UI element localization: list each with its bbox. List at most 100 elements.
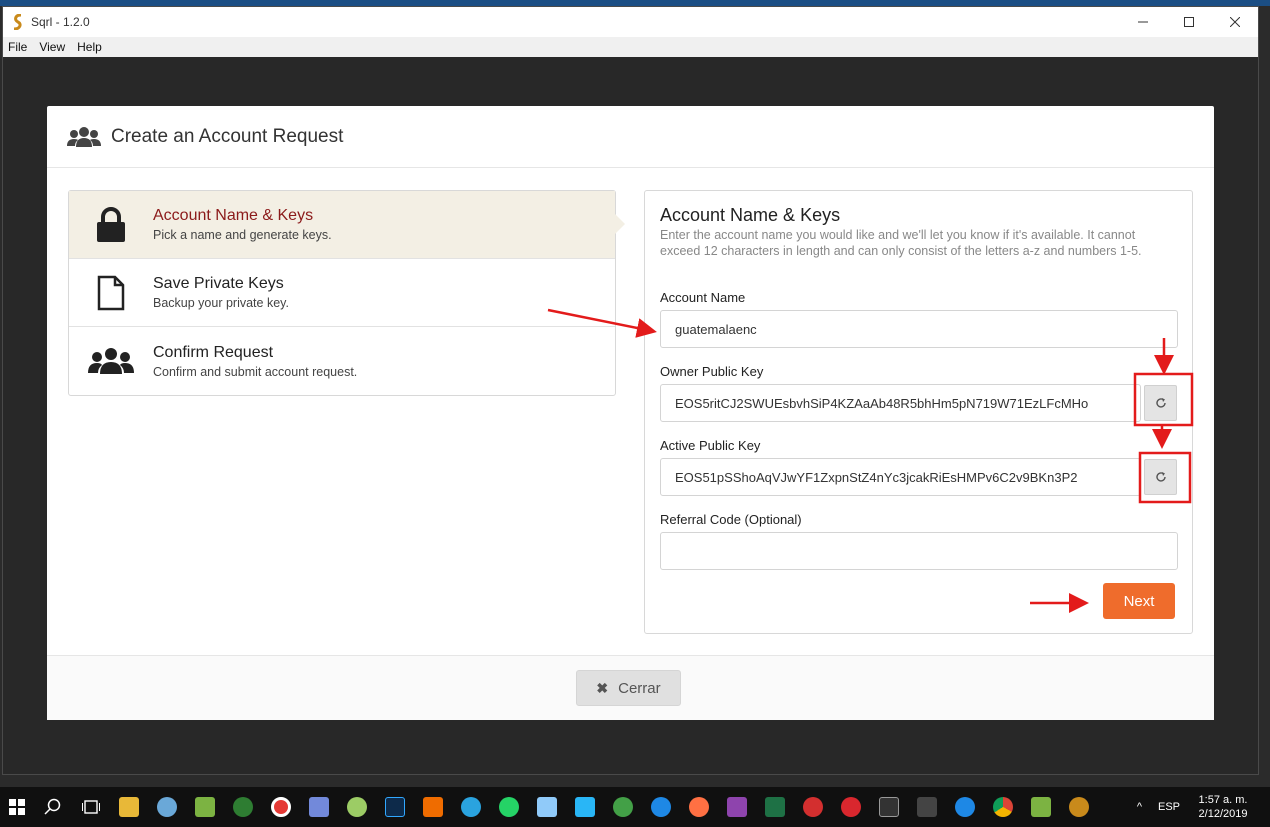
users-icon <box>67 126 101 147</box>
excel-icon <box>765 797 785 817</box>
maximize-icon <box>1184 17 1194 27</box>
telegram-taskbar[interactable] <box>452 787 490 827</box>
app-taskbar-pen[interactable] <box>338 787 376 827</box>
app-taskbar-tool[interactable] <box>1022 787 1060 827</box>
task-view-icon <box>82 800 100 814</box>
app-taskbar-feather[interactable] <box>718 787 756 827</box>
step-title: Account Name & Keys <box>153 207 314 224</box>
menu-file[interactable]: File <box>8 40 27 54</box>
photoshop-taskbar[interactable] <box>376 787 414 827</box>
star-icon <box>879 797 899 817</box>
sqrl-logo-icon <box>1069 797 1089 817</box>
app-icon <box>803 797 823 817</box>
title-bar: Sqrl - 1.2.0 <box>3 7 1258 37</box>
app-taskbar-ccleaner[interactable] <box>794 787 832 827</box>
photoshop-icon <box>385 797 405 817</box>
app-taskbar-colorful[interactable] <box>414 787 452 827</box>
app-taskbar-ball[interactable] <box>680 787 718 827</box>
form-title: Account Name & Keys <box>660 205 841 225</box>
app-taskbar-green[interactable] <box>186 787 224 827</box>
account-name-input[interactable]: guatemalaenc <box>660 310 1178 348</box>
close-label: Cerrar <box>618 679 661 697</box>
app-taskbar-cursor[interactable] <box>566 787 604 827</box>
referral-code-input[interactable] <box>660 532 1178 570</box>
app-icon <box>233 797 253 817</box>
discord-taskbar[interactable] <box>300 787 338 827</box>
close-window-button[interactable] <box>1212 7 1258 37</box>
pen-icon <box>347 797 367 817</box>
app-taskbar-bolt[interactable] <box>946 787 984 827</box>
chrome-taskbar[interactable] <box>984 787 1022 827</box>
owner-key-input[interactable]: EOS5ritCJ2SWUEsbvhSiP4KZAaAb48R5bhHm5pN7… <box>660 384 1141 422</box>
whatsapp-icon <box>499 797 519 817</box>
app-icon <box>917 797 937 817</box>
chrome-icon <box>993 797 1013 817</box>
app-icon <box>689 797 709 817</box>
close-dialog-button[interactable]: ✖ Cerrar <box>576 670 681 706</box>
regenerate-active-key-button[interactable] <box>1144 459 1177 495</box>
task-view-button[interactable] <box>72 787 110 827</box>
next-button[interactable]: Next <box>1103 583 1175 619</box>
bolt-icon <box>955 797 975 817</box>
excel-taskbar[interactable] <box>756 787 794 827</box>
app-taskbar-vpn[interactable] <box>642 787 680 827</box>
modal-header: Create an Account Request <box>47 106 1214 168</box>
referral-code-label: Referral Code (Optional) <box>660 512 802 527</box>
menu-help[interactable]: Help <box>77 40 102 54</box>
whatsapp-taskbar[interactable] <box>490 787 528 827</box>
menu-view[interactable]: View <box>39 40 65 54</box>
folder-icon <box>119 797 139 817</box>
active-key-input[interactable]: EOS51pSShoAqVJwYF1ZxpnStZ4nYc3jcakRiEsHM… <box>660 458 1141 496</box>
app-taskbar-globe[interactable] <box>604 787 642 827</box>
mega-icon <box>841 797 861 817</box>
tray-chevron-icon[interactable]: ^ <box>1137 801 1142 813</box>
app-icon <box>575 797 595 817</box>
users-icon <box>88 348 134 374</box>
record-icon <box>271 797 291 817</box>
record-taskbar[interactable] <box>262 787 300 827</box>
step-description: Pick a name and generate keys. <box>153 228 332 242</box>
app-icon <box>423 797 443 817</box>
create-account-modal: Create an Account Request Account Name &… <box>47 106 1214 720</box>
step-confirm-request[interactable]: Confirm Request Confirm and submit accou… <box>69 327 615 395</box>
regenerate-owner-key-button[interactable] <box>1144 385 1177 421</box>
app-taskbar-blue[interactable] <box>528 787 566 827</box>
app-taskbar-star[interactable] <box>870 787 908 827</box>
language-indicator[interactable]: ESP <box>1158 801 1180 813</box>
app-taskbar-dots[interactable] <box>224 787 262 827</box>
account-name-label: Account Name <box>660 290 746 305</box>
form-description: Enter the account name you would like an… <box>660 228 1142 258</box>
owner-key-label: Owner Public Key <box>660 364 764 379</box>
clock-time: 1:57 a. m. <box>1198 794 1248 806</box>
minimize-icon <box>1138 21 1148 23</box>
account-form-panel: Account Name & Keys Enter the account na… <box>644 190 1193 634</box>
globe-icon <box>613 797 633 817</box>
sqrl-logo-icon <box>13 14 22 30</box>
app-icon <box>195 797 215 817</box>
paint-taskbar[interactable] <box>148 787 186 827</box>
clock-date: 2/12/2019 <box>1198 808 1248 820</box>
app-icon <box>651 797 671 817</box>
mega-taskbar[interactable] <box>832 787 870 827</box>
file-explorer-taskbar[interactable] <box>110 787 148 827</box>
close-icon: ✖ <box>596 679 609 696</box>
telegram-icon <box>461 797 481 817</box>
step-title: Confirm Request <box>153 343 274 361</box>
step-title: Save Private Keys <box>153 275 284 292</box>
discord-icon <box>309 797 329 817</box>
app-icon <box>537 797 557 817</box>
step-description: Backup your private key. <box>153 296 289 310</box>
refresh-icon <box>1155 472 1166 482</box>
search-button[interactable] <box>34 787 72 827</box>
modal-footer: ✖ Cerrar <box>47 655 1214 720</box>
maximize-button[interactable] <box>1166 7 1212 37</box>
step-save-private-keys[interactable]: Save Private Keys Backup your private ke… <box>69 259 615 327</box>
sqrl-taskbar[interactable] <box>1060 787 1098 827</box>
app-icon <box>1031 797 1051 817</box>
app-taskbar-bars[interactable] <box>908 787 946 827</box>
step-account-name-keys[interactable]: Account Name & Keys Pick a name and gene… <box>69 191 625 259</box>
minimize-button[interactable] <box>1120 7 1166 37</box>
start-button[interactable] <box>0 787 34 827</box>
clock[interactable]: 1:57 a. m. 2/12/2019 <box>1188 793 1258 821</box>
refresh-icon <box>1155 398 1166 408</box>
